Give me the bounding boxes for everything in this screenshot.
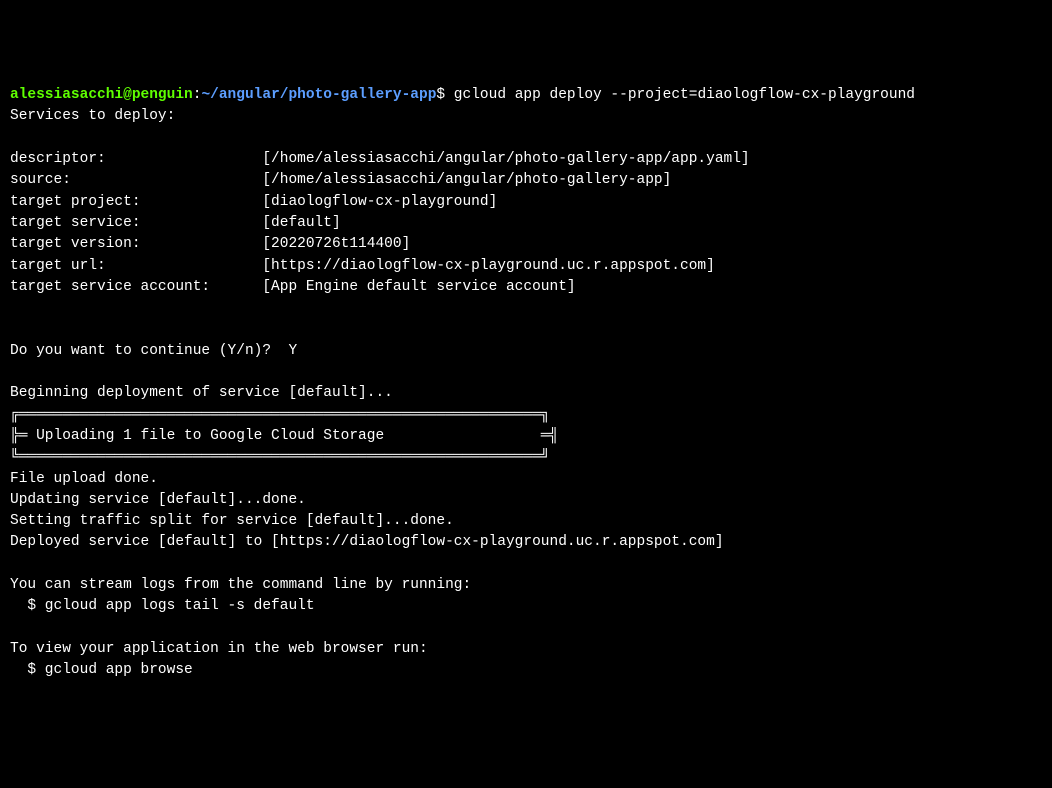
confirm-prompt: Do you want to continue (Y/n)? Y [10, 343, 297, 359]
progress-box-mid: ╠═ Uploading 1 file to Google Cloud Stor… [10, 428, 558, 444]
stream-hint-line: You can stream logs from the command lin… [10, 577, 471, 593]
prompt-line: alessiasacchi@penguin:~/angular/photo-ga… [10, 87, 915, 103]
target-sa-line: target service account: [App Engine defa… [10, 279, 576, 295]
terminal-output[interactable]: alessiasacchi@penguin:~/angular/photo-ga… [10, 85, 1042, 681]
descriptor-line: descriptor: [/home/alessiasacchi/angular… [10, 151, 750, 167]
deployed-line: Deployed service [default] to [https://d… [10, 534, 724, 550]
services-header: Services to deploy: [10, 108, 175, 124]
prompt-dollar: $ [436, 87, 445, 103]
stream-cmd-line: $ gcloud app logs tail -s default [10, 598, 315, 614]
target-project-line: target project: [diaologflow-cx-playgrou… [10, 194, 497, 210]
command-text: gcloud app deploy --project=diaologflow-… [445, 87, 915, 103]
begin-deploy-line: Beginning deployment of service [default… [10, 385, 393, 401]
prompt-path: ~/angular/photo-gallery-app [201, 87, 436, 103]
view-hint-line: To view your application in the web brow… [10, 641, 428, 657]
prompt-host: penguin [132, 87, 193, 103]
target-url-line: target url: [https://diaologflow-cx-play… [10, 258, 715, 274]
progress-box-bot: ╚═══════════════════════════════════════… [10, 449, 550, 465]
target-service-line: target service: [default] [10, 215, 341, 231]
progress-box-top: ╔═══════════════════════════════════════… [10, 407, 550, 423]
traffic-line: Setting traffic split for service [defau… [10, 513, 454, 529]
target-version-line: target version: [20220726t114400] [10, 236, 410, 252]
view-cmd-line: $ gcloud app browse [10, 662, 193, 678]
source-line: source: [/home/alessiasacchi/angular/pho… [10, 172, 671, 188]
upload-done-line: File upload done. [10, 471, 158, 487]
updating-line: Updating service [default]...done. [10, 492, 306, 508]
prompt-at: @ [123, 87, 132, 103]
prompt-user: alessiasacchi [10, 87, 123, 103]
